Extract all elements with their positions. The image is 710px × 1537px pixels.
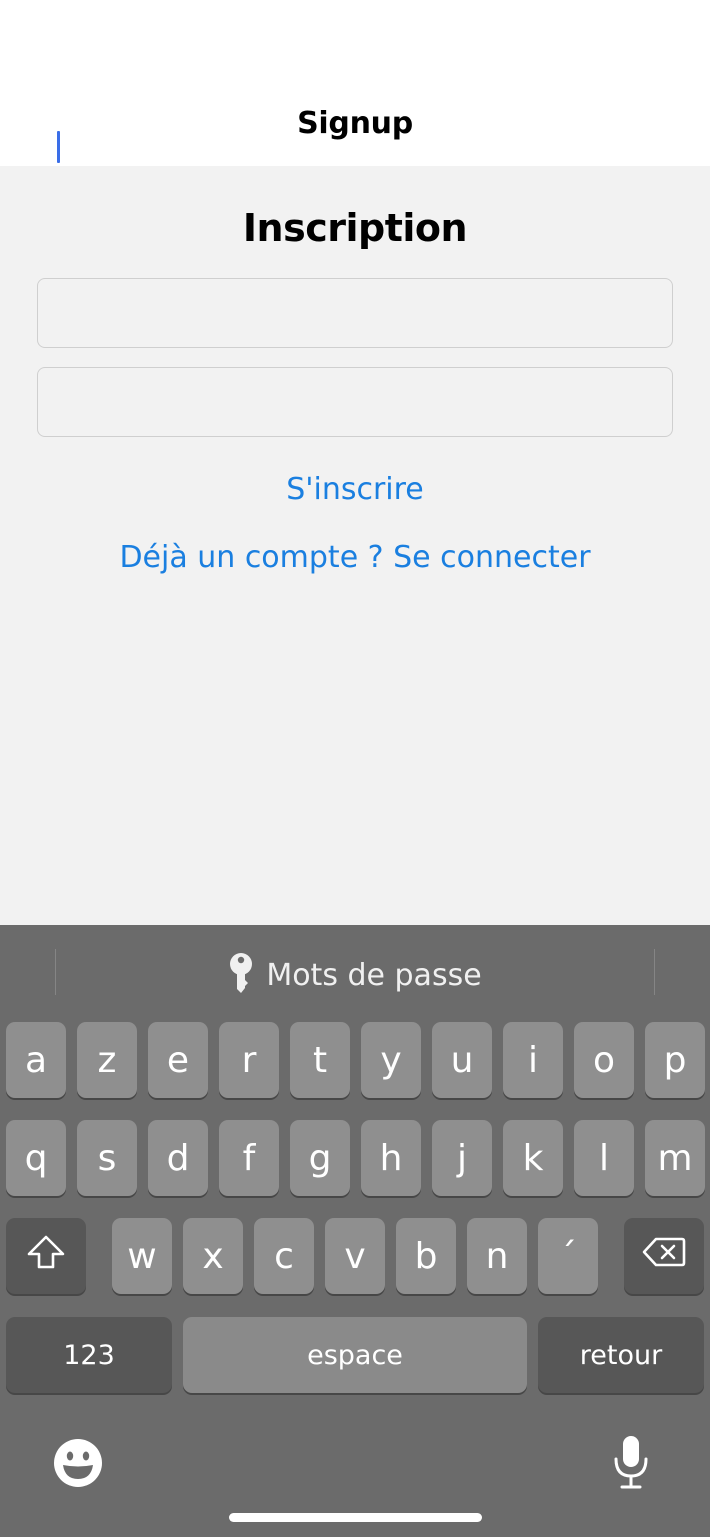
passwords-suggestion[interactable]: Mots de passe: [0, 952, 710, 999]
nav-title: Signup: [297, 106, 413, 141]
key-x[interactable]: x: [183, 1218, 243, 1294]
signup-button[interactable]: S'inscrire: [0, 472, 710, 507]
key-y[interactable]: y: [361, 1022, 421, 1098]
space-key-label: espace: [307, 1339, 403, 1371]
key-d[interactable]: d: [148, 1120, 208, 1196]
emoji-icon: [53, 1438, 103, 1493]
key-q[interactable]: q: [6, 1120, 66, 1196]
key-e[interactable]: e: [148, 1022, 208, 1098]
home-indicator: [229, 1513, 482, 1522]
shift-key[interactable]: [6, 1218, 86, 1294]
key-acute-accent[interactable]: ´: [538, 1218, 598, 1294]
return-key[interactable]: retour: [538, 1317, 704, 1393]
numbers-key-label: 123: [63, 1339, 115, 1371]
microphone-button[interactable]: [608, 1433, 654, 1495]
signup-content: Inscription S'inscrire Déjà un compte ? …: [0, 166, 710, 925]
key-l[interactable]: l: [574, 1120, 634, 1196]
suggestion-bar: Mots de passe: [0, 925, 710, 1017]
numbers-key[interactable]: 123: [6, 1317, 172, 1393]
login-link[interactable]: Déjà un compte ? Se connecter: [0, 540, 710, 575]
key-r[interactable]: r: [219, 1022, 279, 1098]
passwords-suggestion-label: Mots de passe: [266, 958, 482, 993]
return-key-label: retour: [579, 1339, 663, 1371]
key-i[interactable]: i: [503, 1022, 563, 1098]
key-icon: [228, 952, 254, 999]
navigation-bar: Signup: [0, 0, 710, 166]
keyboard: Mots de passe a z e r t y u i o p q s d …: [0, 925, 710, 1537]
username-field[interactable]: [37, 278, 673, 348]
key-p[interactable]: p: [645, 1022, 705, 1098]
delete-key[interactable]: [624, 1218, 704, 1294]
microphone-icon: [611, 1434, 651, 1495]
key-m[interactable]: m: [645, 1120, 705, 1196]
key-c[interactable]: c: [254, 1218, 314, 1294]
key-f[interactable]: f: [219, 1120, 279, 1196]
key-h[interactable]: h: [361, 1120, 421, 1196]
space-key[interactable]: espace: [183, 1317, 527, 1393]
password-field[interactable]: [37, 367, 673, 437]
key-u[interactable]: u: [432, 1022, 492, 1098]
key-t[interactable]: t: [290, 1022, 350, 1098]
key-w[interactable]: w: [112, 1218, 172, 1294]
key-b[interactable]: b: [396, 1218, 456, 1294]
text-caret: [57, 131, 60, 163]
emoji-button[interactable]: [52, 1438, 104, 1493]
key-o[interactable]: o: [574, 1022, 634, 1098]
delete-icon: [642, 1236, 686, 1277]
key-a[interactable]: a: [6, 1022, 66, 1098]
key-n[interactable]: n: [467, 1218, 527, 1294]
key-g[interactable]: g: [290, 1120, 350, 1196]
key-v[interactable]: v: [325, 1218, 385, 1294]
key-s[interactable]: s: [77, 1120, 137, 1196]
shift-icon: [26, 1234, 66, 1279]
key-z[interactable]: z: [77, 1022, 137, 1098]
key-k[interactable]: k: [503, 1120, 563, 1196]
key-j[interactable]: j: [432, 1120, 492, 1196]
page-title: Inscription: [242, 206, 468, 250]
